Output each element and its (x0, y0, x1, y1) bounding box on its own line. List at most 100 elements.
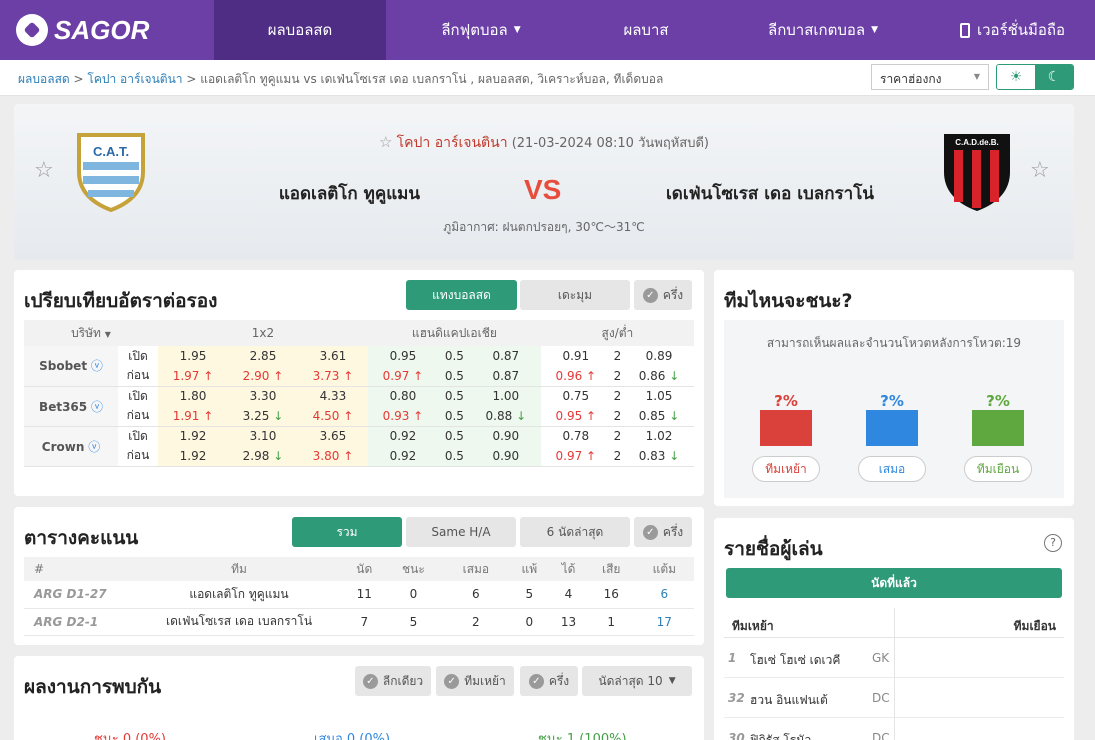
vote-away-button[interactable]: ทีมเยือน (964, 456, 1032, 482)
odds-cell[interactable]: 1.00 (470, 386, 541, 406)
half-time-checkbox[interactable]: ✓ ครึ่ง (634, 517, 692, 547)
odds-cell[interactable]: 2 (610, 366, 624, 387)
site-logo[interactable]: SAGOR (0, 0, 214, 60)
odds-cell[interactable]: 2 (611, 386, 624, 406)
odds-cell[interactable]: 0.97 ↑ (367, 366, 438, 387)
odds-cell[interactable]: 0.85 ↓ (623, 406, 694, 427)
odds-cell[interactable]: 0.78 (541, 426, 611, 446)
odds-cell[interactable]: 0.93 ↑ (367, 406, 438, 427)
tab-live-betting[interactable]: แทงบอลสด (406, 280, 517, 310)
odds-cell[interactable]: 0.5 (437, 386, 471, 406)
odds-cell[interactable]: 3.10 (227, 426, 298, 446)
odds-format-select[interactable]: ราคาฮ่องกง ▼ (871, 64, 989, 90)
odds-cell[interactable]: 2.90 ↑ (227, 366, 298, 387)
odds-cell[interactable]: 2 (611, 426, 624, 446)
breadcrumb-league-link[interactable]: โคปา อาร์เจนตินา (87, 72, 182, 86)
list-item[interactable]: 1 โฮเซ่ โฮเซ่ เดเวคี GK (724, 638, 1064, 678)
odds-cell[interactable]: 0.5 (437, 366, 471, 387)
away-team-name[interactable]: เดเฟ่นโซเรส เดอ เบลกราโน่ (666, 180, 874, 207)
half-time-checkbox[interactable]: ✓ ครึ่ง (634, 280, 692, 310)
favorite-home-star-icon[interactable]: ☆ (34, 158, 54, 183)
tab-corners[interactable]: เดะมุม (520, 280, 630, 310)
bookmaker-cell[interactable]: Sbobet ⓥ (24, 346, 118, 387)
odds-cell[interactable]: 4.50 ↑ (297, 406, 368, 427)
favorite-league-star-icon[interactable]: ☆ (379, 133, 392, 151)
last-matches-select[interactable]: นัดล่าสุด 10 ▼ (582, 666, 692, 696)
odds-cell[interactable]: 0.89 (624, 346, 694, 366)
odds-cell[interactable]: 0.87 (470, 366, 541, 387)
list-item[interactable]: 30 ฟิกิรัส โรนัว DC (724, 718, 1064, 740)
standings-cell[interactable]: เดเฟ่นโซเรส เดอ เบลกราโน่ (134, 608, 344, 636)
home-team-name[interactable]: แอดเลติโก ทูคูแมน (279, 180, 420, 207)
tab-same-home-away[interactable]: Same H/A (406, 517, 516, 547)
odds-cell[interactable]: 0.88 ↓ (470, 406, 541, 427)
odds-cell[interactable]: 0.96 ↑ (540, 366, 611, 387)
nav-mobile-version[interactable]: เวอร์ชั่นมือถือ (930, 0, 1095, 60)
odds-cell[interactable]: 3.61 (297, 346, 368, 366)
bookmaker-cell[interactable]: Crown ⓥ (24, 426, 118, 467)
nav-basketball-results[interactable]: ผลบาส (576, 0, 716, 60)
odds-cell[interactable]: 0.87 (470, 346, 541, 366)
odds-cell[interactable]: 0.83 ↓ (623, 446, 694, 467)
odds-cell[interactable]: 0.92 (367, 426, 438, 446)
odds-cell[interactable]: 2 (610, 406, 624, 427)
vote-draw-button[interactable]: เสมอ (858, 456, 926, 482)
odds-cell[interactable]: 0.75 (541, 386, 611, 406)
nav-football-leagues[interactable]: ลีกฟุตบอล ▼ (386, 0, 576, 60)
light-mode-button[interactable]: ☀ (997, 65, 1035, 89)
company-header[interactable]: บริษัท ▼ (24, 320, 158, 346)
odds-cell[interactable]: 3.80 ↑ (297, 446, 368, 467)
odds-cell[interactable]: 2 (611, 346, 624, 366)
odds-cell[interactable]: 0.5 (437, 446, 471, 467)
odds-cell[interactable]: 0.95 ↑ (540, 406, 611, 427)
odds-cell[interactable]: 2 (610, 446, 624, 467)
standings-cell[interactable]: แอดเลติโก ทูคูแมน (134, 581, 344, 609)
list-item[interactable]: 32 ฮวน อินแฟนเต้ DC (724, 678, 1064, 718)
odds-cell[interactable]: 1.02 (624, 426, 694, 446)
odds-cell[interactable]: 0.91 (541, 346, 611, 366)
odds-cell[interactable]: 0.92 (367, 446, 438, 467)
odds-cell[interactable]: 0.5 (437, 346, 471, 366)
odds-cell[interactable]: 0.86 ↓ (623, 366, 694, 387)
last-match-button[interactable]: นัดที่แล้ว (726, 568, 1062, 598)
favorite-away-star-icon[interactable]: ☆ (1030, 158, 1050, 183)
breadcrumb-home-link[interactable]: ผลบอลสด (18, 72, 70, 86)
vote-home-button[interactable]: ทีมเหย้า (752, 456, 820, 482)
filter-home-team[interactable]: ✓ ทีมเหย้า (436, 666, 514, 696)
odds-cell[interactable]: 2.85 (227, 346, 298, 366)
odds-cell[interactable]: 0.80 (367, 386, 438, 406)
odds-cell[interactable]: 0.95 (367, 346, 438, 366)
odds-cell[interactable]: 1.80 (158, 386, 228, 406)
odds-cell[interactable]: 0.5 (437, 426, 471, 446)
odds-cell[interactable]: 0.5 (437, 406, 471, 427)
standings-cell: 1 (587, 608, 635, 636)
odds-cell[interactable]: 1.97 ↑ (158, 366, 228, 387)
odds-cell[interactable]: 2.98 ↓ (227, 446, 298, 467)
filter-half-time[interactable]: ✓ ครึ่ง (520, 666, 578, 696)
odds-cell[interactable]: 3.25 ↓ (227, 406, 298, 427)
filter-same-league[interactable]: ✓ ลีกเดียว (355, 666, 431, 696)
tab-overall[interactable]: รวม (292, 517, 402, 547)
odds-value: 3.30 (249, 389, 277, 404)
open-label: เปิด (128, 348, 148, 363)
odds-cell[interactable]: 3.65 (297, 426, 368, 446)
odds-cell[interactable]: 1.05 (624, 386, 694, 406)
match-league-name[interactable]: โคปา อาร์เจนตินา (397, 135, 508, 151)
poll-panel: สามารถเห็นผลและจำนวนโหวตหลังการโหวต:19 ?… (724, 320, 1064, 498)
odds-cell[interactable]: 1.91 ↑ (158, 406, 228, 427)
nav-basketball-leagues[interactable]: ลีกบาสเกตบอล ▼ (716, 0, 930, 60)
odds-cell[interactable]: 3.73 ↑ (297, 366, 368, 387)
odds-cell[interactable]: 0.90 (470, 446, 541, 467)
odds-cell[interactable]: 1.92 (158, 446, 228, 467)
odds-cell[interactable]: 3.30 (227, 386, 298, 406)
odds-cell[interactable]: 1.95 (158, 346, 228, 366)
bookmaker-cell[interactable]: Bet365 ⓥ (24, 386, 118, 427)
odds-cell[interactable]: 4.33 (297, 386, 368, 406)
odds-cell[interactable]: 1.92 (158, 426, 228, 446)
nav-live-scores[interactable]: ผลบอลสด (214, 0, 386, 60)
odds-cell[interactable]: 0.90 (470, 426, 541, 446)
help-icon[interactable]: ? (1044, 534, 1062, 552)
odds-cell[interactable]: 0.97 ↑ (540, 446, 611, 467)
dark-mode-button[interactable]: ☾ (1035, 65, 1073, 89)
tab-last-6[interactable]: 6 นัดล่าสุด (520, 517, 630, 547)
